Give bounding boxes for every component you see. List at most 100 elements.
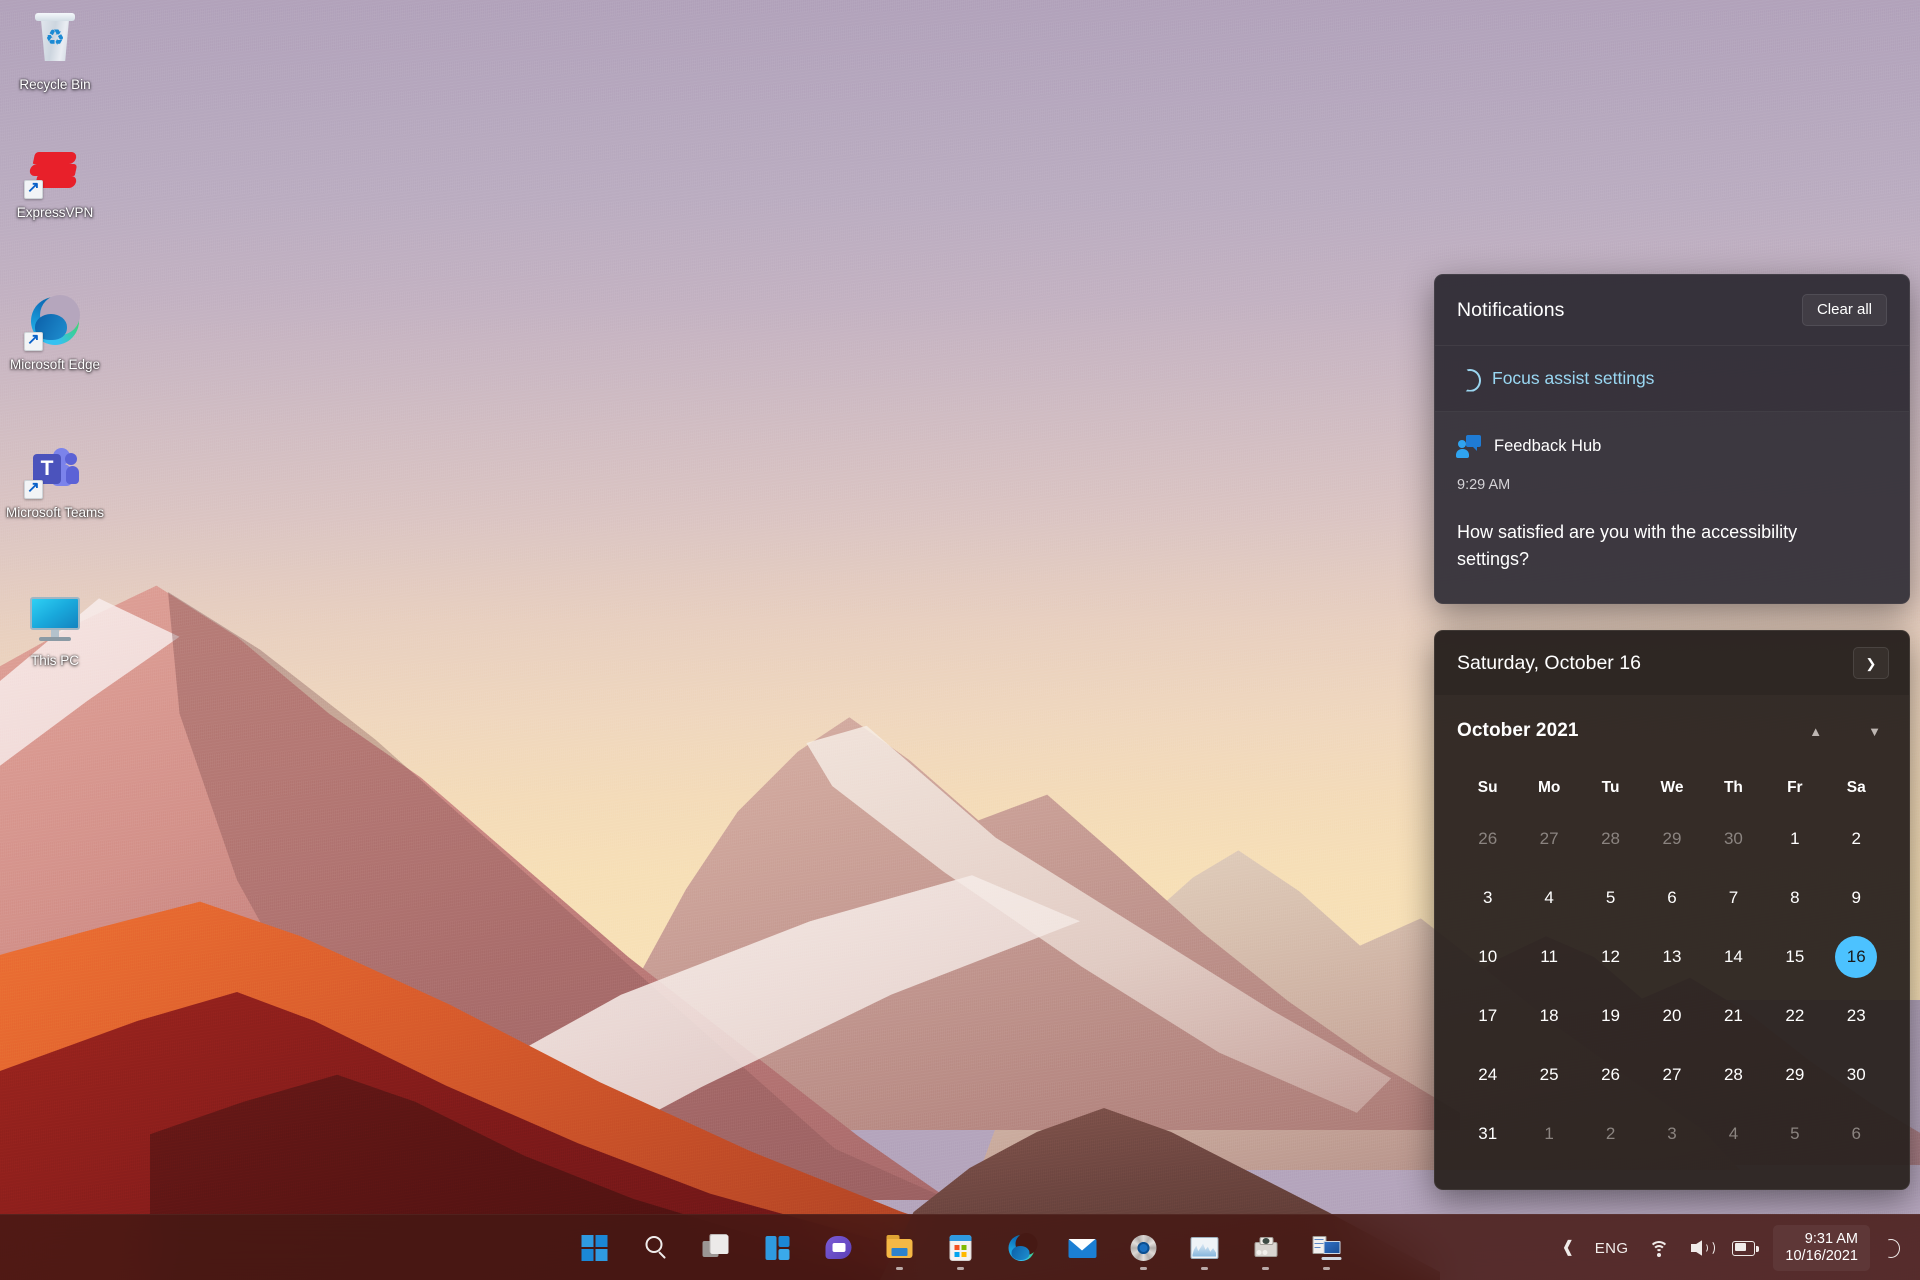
edge-button[interactable] (996, 1222, 1047, 1273)
gear-icon (1129, 1234, 1157, 1262)
calendar-day-today[interactable]: 16 (1826, 927, 1887, 986)
calendar-day-cell[interactable]: 28 (1703, 1045, 1764, 1104)
chevron-up-icon: ❰ (1561, 1239, 1575, 1256)
calendar-day-cell[interactable]: 4 (1518, 868, 1579, 927)
calendar-day-number: 30 (1723, 828, 1743, 848)
desktop-icon-expressvpn[interactable]: ExpressVPN (0, 140, 110, 221)
calendar-day-cell[interactable]: 30 (1703, 809, 1764, 868)
language-indicator[interactable]: ENG (1585, 1225, 1639, 1271)
calendar-day-cell[interactable]: 25 (1518, 1045, 1579, 1104)
calendar-day-number: 27 (1539, 828, 1559, 848)
desktop-icon-label: This PC (30, 653, 79, 668)
calendar-day-header: We (1660, 779, 1684, 796)
crescent-moon-icon (1880, 1238, 1900, 1258)
calendar-day-number: 14 (1723, 946, 1743, 966)
chat-button[interactable] (813, 1222, 864, 1273)
calendar-day-number: 28 (1723, 1064, 1743, 1084)
calendar-day-cell[interactable]: 2 (1826, 809, 1887, 868)
desktop-icon-recycle-bin[interactable]: ♻ Recycle Bin (0, 12, 110, 93)
desktop-icon-this-pc[interactable]: This PC (0, 588, 110, 669)
task-manager-button[interactable] (1179, 1222, 1230, 1273)
calendar-day-cell[interactable]: 2 (1580, 1104, 1641, 1163)
calendar-day-cell[interactable]: 27 (1641, 1045, 1702, 1104)
calendar-day-cell[interactable]: 21 (1703, 986, 1764, 1045)
calendar-day-cell[interactable]: 19 (1580, 986, 1641, 1045)
triangle-down-icon[interactable]: ▼ (1868, 725, 1881, 738)
calendar-day-cell[interactable]: 27 (1518, 809, 1579, 868)
clock-button[interactable]: 9:31 AM 10/16/2021 (1773, 1225, 1870, 1271)
desktop-icon-label: Microsoft Teams (5, 505, 105, 520)
calendar-day-cell[interactable]: 3 (1641, 1104, 1702, 1163)
calendar-day-cell[interactable]: 3 (1457, 868, 1518, 927)
calendar-day-cell[interactable]: 29 (1641, 809, 1702, 868)
calendar-day-cell[interactable]: 1 (1518, 1104, 1579, 1163)
calendar-day-cell[interactable]: 6 (1826, 1104, 1887, 1163)
calendar-day-cell[interactable]: 5 (1580, 868, 1641, 927)
desktop-icon-label: Microsoft Edge (9, 357, 101, 372)
calendar-day-cell[interactable]: 8 (1764, 868, 1825, 927)
battery-button[interactable] (1722, 1225, 1769, 1271)
expressvpn-icon (24, 140, 84, 199)
widgets-button[interactable] (752, 1222, 803, 1273)
settings-button[interactable] (1118, 1222, 1169, 1273)
calendar-day-header: Su (1477, 779, 1498, 796)
calendar-day-number: 1 (1790, 828, 1800, 848)
calendar-day-number: 12 (1601, 946, 1621, 966)
calendar-day-number: 13 (1662, 946, 1682, 966)
calendar-day-header: Fr (1787, 779, 1803, 796)
triangle-up-icon[interactable]: ▲ (1809, 725, 1822, 738)
scanner-device-icon (1251, 1234, 1279, 1262)
calendar-day-number: 1 (1544, 1123, 1554, 1143)
calendar-day-cell[interactable]: 30 (1826, 1045, 1887, 1104)
calendar-day-cell[interactable]: 9 (1826, 868, 1887, 927)
this-pc-icon (26, 588, 84, 646)
calendar-day-cell[interactable]: 26 (1457, 809, 1518, 868)
running-indicator (895, 1266, 903, 1270)
calendar-day-cell[interactable]: 15 (1764, 927, 1825, 986)
notification-item[interactable]: Feedback Hub 9:29 AM How satisfied are y… (1435, 412, 1909, 603)
mail-button[interactable] (1057, 1222, 1108, 1273)
focus-assist-settings-link[interactable]: Focus assist settings (1435, 346, 1909, 411)
calendar-day-cell[interactable]: 28 (1580, 809, 1641, 868)
file-explorer-icon (885, 1234, 913, 1262)
calendar-day-cell[interactable]: 5 (1764, 1104, 1825, 1163)
clear-all-button[interactable]: Clear all (1801, 294, 1887, 326)
calendar-day-cell[interactable]: 1 (1764, 809, 1825, 868)
hidden-icons-button[interactable]: ❰ (1551, 1225, 1584, 1271)
calendar-day-cell[interactable]: 18 (1518, 986, 1579, 1045)
calendar-day-cell[interactable]: 24 (1457, 1045, 1518, 1104)
calendar-day-cell[interactable]: 10 (1457, 927, 1518, 986)
focus-assist-button[interactable] (1870, 1225, 1906, 1271)
desktop-icon-microsoft-teams[interactable]: T Microsoft Teams (0, 440, 110, 521)
calendar-day-cell[interactable]: 17 (1457, 986, 1518, 1045)
volume-button[interactable] (1680, 1225, 1722, 1271)
microsoft-store-button[interactable] (935, 1222, 986, 1273)
calendar-day-cell[interactable]: 23 (1826, 986, 1887, 1045)
microsoft-edge-icon (1007, 1232, 1037, 1262)
start-button[interactable] (569, 1222, 620, 1273)
wifi-icon (1648, 1238, 1670, 1258)
calendar-day-cell[interactable]: 7 (1703, 868, 1764, 927)
calendar-day-cell[interactable]: 20 (1641, 986, 1702, 1045)
search-button[interactable] (630, 1222, 681, 1273)
calendar-collapse-button[interactable]: ❯ (1853, 647, 1889, 679)
scanner-button[interactable] (1240, 1222, 1291, 1273)
taskbar: ❰ ENG 9:31 AM 10/16/2021 (0, 1214, 1920, 1280)
task-view-button[interactable] (691, 1222, 742, 1273)
calendar-day-cell[interactable]: 13 (1641, 927, 1702, 986)
calendar-day-cell[interactable]: 4 (1703, 1104, 1764, 1163)
calendar-day-cell[interactable]: 31 (1457, 1104, 1518, 1163)
file-explorer-button[interactable] (874, 1222, 925, 1273)
calendar-day-cell[interactable]: 11 (1518, 927, 1579, 986)
calendar-day-cell[interactable]: 12 (1580, 927, 1641, 986)
desktop-icon-microsoft-edge[interactable]: Microsoft Edge (0, 292, 110, 373)
network-button[interactable] (1638, 1225, 1680, 1271)
notification-timestamp: 9:29 AM (1457, 477, 1511, 493)
calendar-day-header: Mo (1537, 779, 1561, 796)
calendar-day-cell[interactable]: 22 (1764, 986, 1825, 1045)
calendar-day-cell[interactable]: 26 (1580, 1045, 1641, 1104)
calendar-day-cell[interactable]: 14 (1703, 927, 1764, 986)
calendar-day-cell[interactable]: 29 (1764, 1045, 1825, 1104)
calendar-day-cell[interactable]: 6 (1641, 868, 1702, 927)
remote-desktop-button[interactable] (1301, 1222, 1352, 1273)
